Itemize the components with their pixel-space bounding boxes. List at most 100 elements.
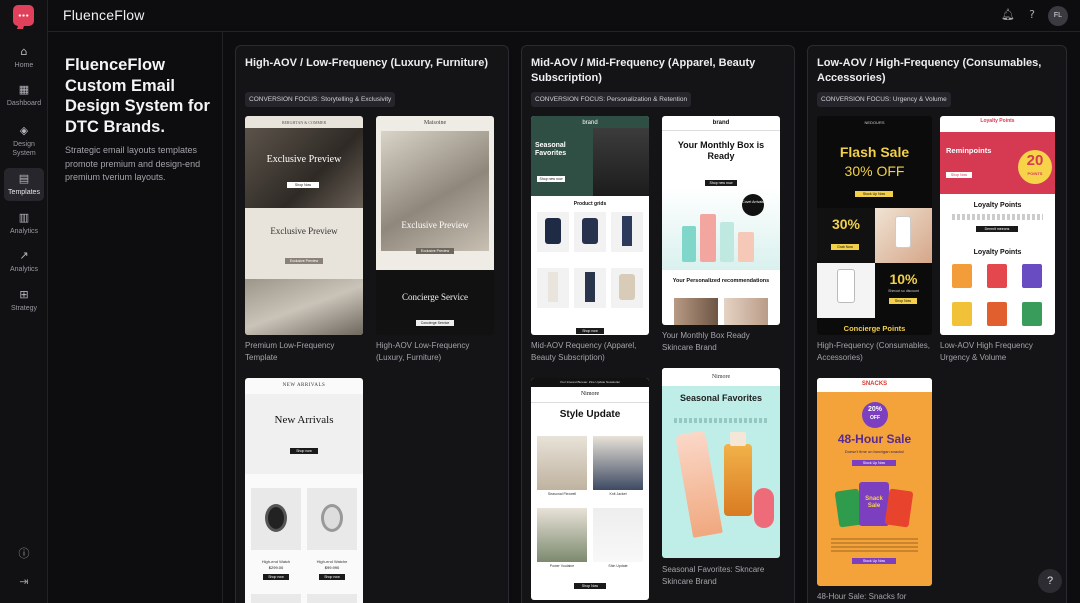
layers-icon: ◈ — [19, 124, 29, 137]
product-button: Shop now — [263, 574, 289, 580]
email-headline: Seasonal Favorites — [679, 393, 763, 403]
email-brand: brand — [712, 120, 730, 126]
email-cta-2: Concierge Service — [416, 320, 454, 326]
product-image — [817, 263, 875, 318]
email-headline: Exclusive Preview — [266, 154, 342, 165]
email-cta-3: Shop Now — [889, 298, 917, 304]
app-title: FluenceFlow — [63, 7, 145, 23]
email-brand: Nimore — [580, 391, 600, 397]
page-title: FluenceFlow Custom Email Design System f… — [65, 56, 210, 136]
product-name: High-end Watche — [316, 559, 348, 564]
sidebar-item-label: Strategy — [10, 305, 38, 312]
sidebar-item-label: Analytics — [9, 266, 38, 273]
app-logo-icon[interactable] — [13, 5, 34, 26]
product-name: Knit Jacket — [609, 492, 627, 496]
sidebar-item-label: Templates — [8, 189, 40, 196]
page-description: Strategic email layouts templates promot… — [65, 145, 201, 182]
sidebar-item-templates[interactable]: ▤ Templates — [4, 168, 44, 201]
sidebar-item-label: Dashboard — [6, 100, 42, 107]
discount-text: 30% OFF — [844, 163, 905, 179]
product-image — [593, 508, 643, 562]
line-chart-icon: ↗ — [19, 249, 29, 262]
column-title: High-AOV / Low-Frequency (Luxury, Furnit… — [245, 57, 489, 69]
points-value: 20 — [1026, 152, 1044, 169]
email-cta-2: Exclusive Preview — [285, 258, 323, 264]
column-low-aov: Low-AOV / High-Frequency (Consumables, A… — [807, 45, 1067, 603]
sidebar-item-label: Home — [14, 62, 34, 69]
email-headline: Style Update — [559, 409, 621, 420]
email-cta-2: Shop now — [576, 328, 604, 334]
section-title-2: Loyalty Points — [973, 249, 1022, 256]
card-caption: Your Monthly Box Ready Skincare Brand — [662, 331, 750, 352]
bar-chart-icon: ▥ — [18, 211, 30, 224]
product-image — [537, 436, 587, 490]
sidebar-item-strategy[interactable]: ⊞ Strategy — [0, 288, 48, 313]
email-subtitle: Doesn't time on bwcrigan snacks! — [844, 449, 905, 454]
product-image — [537, 508, 587, 562]
sidebar-item-dashboard[interactable]: ▦ Dashboard — [0, 83, 48, 108]
section-title: Your Personalized recommendations — [672, 278, 770, 284]
home-icon: ⌂ — [20, 45, 28, 58]
help-circle-icon[interactable]: ⓘ — [0, 545, 48, 561]
sidebar-item-design-system[interactable]: ◈ Design System — [0, 124, 48, 158]
email-headline: Your Monthly Box is Ready — [677, 140, 765, 161]
conversion-focus-badge: CONVERSION FOCUS: Urgency & Volume — [817, 92, 951, 107]
product-image — [245, 279, 363, 335]
product-image — [251, 488, 301, 550]
product-price: $299.00 — [268, 565, 284, 570]
badge-off: OFF — [870, 415, 880, 421]
email-template-card[interactable]: Loyalty Points Reminpoints 20 POINTS Sho… — [940, 116, 1055, 335]
email-cta: Shop Now — [574, 583, 606, 589]
column-title: Low-AOV / High-Frequency (Consumables, A… — [817, 57, 1042, 84]
email-template-card[interactable]: NEW ARRIVALS New Arrivals Shop now High-… — [245, 378, 363, 603]
email-template-card[interactable]: Maisoine Exclusive Preview Exclusive Pre… — [376, 116, 494, 335]
folder-icon: ▤ — [18, 172, 30, 185]
product-image — [593, 436, 643, 490]
email-brand: Nimore — [711, 374, 731, 380]
sidebar-item-analytics-2[interactable]: ↗ Analytics — [0, 249, 48, 274]
help-fab-button[interactable]: ? — [1038, 569, 1062, 593]
discount-sub: Shmoot so discount — [888, 289, 919, 293]
model-image — [593, 128, 649, 196]
email-template-card[interactable]: brand Your Monthly Box is Ready Shop new… — [662, 116, 780, 325]
email-cta: Shop new now — [537, 176, 565, 182]
product-price: $99.990 — [324, 565, 340, 570]
email-brand: Maisoine — [423, 120, 447, 126]
bell-icon[interactable]: 🔔︎ — [1001, 8, 1015, 22]
card-caption: High-AOV Low-Frequency (Luxury, Furnitur… — [376, 341, 470, 362]
email-template-card[interactable]: brand Seasonal Favorites Shop new now Pr… — [531, 116, 649, 335]
email-template-card[interactable]: Nimore Seasonal Favorites — [662, 368, 780, 558]
strategy-icon: ⊞ — [19, 288, 29, 301]
hero-image — [381, 131, 489, 251]
email-template-card[interactable]: NEDOURS Flash Sale 30% OFF Stock Up Now … — [817, 116, 932, 335]
sidebar-item-label: Design System — [12, 141, 36, 157]
email-headline: Reminpoints — [946, 146, 992, 155]
help-icon[interactable]: ? — [1025, 8, 1039, 22]
logout-icon[interactable]: ⇥ — [0, 575, 48, 588]
grid-icon: ▦ — [18, 83, 30, 96]
sidebar-item-home[interactable]: ⌂ Home — [0, 45, 48, 70]
email-cta: Stock Up Now — [852, 460, 896, 466]
sidebar-item-label: Analytics — [9, 228, 38, 235]
card-caption: Seasonal Favorites: Skncare Skincare Bra… — [662, 565, 765, 586]
email-template-card[interactable]: BERGHTAN & COMMER Exclusive Preview Shop… — [245, 116, 363, 335]
email-brand: NEW ARRIVALS — [282, 383, 326, 388]
product-button: Shop now — [319, 574, 345, 580]
email-brand: BERGHTAN & COMMER — [281, 120, 327, 125]
sticker-badge: Covet Arrivals — [742, 200, 764, 204]
column-title: Mid-AOV / Mid-Frequency (Apparel, Beauty… — [531, 57, 756, 84]
section-title: Product grids — [573, 201, 607, 207]
email-template-card[interactable]: Your Interest Bureau: Zine Update Newsle… — [531, 378, 649, 600]
email-headline-2: Concierge Service — [401, 292, 469, 302]
email-headline: Flash Sale — [839, 144, 910, 160]
intro-panel: FluenceFlow Custom Email Design System f… — [48, 32, 223, 603]
product-image — [675, 430, 723, 538]
email-cta: Shop new now — [705, 180, 737, 186]
email-template-card[interactable]: SNACKS 20% OFF 48-Hour Sale Doesn't time… — [817, 378, 932, 586]
column-high-aov: High-AOV / Low-Frequency (Luxury, Furnit… — [235, 45, 509, 603]
avatar[interactable]: FL — [1048, 6, 1068, 26]
email-brand: SNACKS — [861, 381, 888, 387]
conversion-focus-badge: CONVERSION FOCUS: Personalization & Rete… — [531, 92, 692, 107]
sidebar-item-analytics[interactable]: ▥ Analytics — [0, 211, 48, 236]
card-caption: Mid-AOV Requency (Apparel, Beauty Subscr… — [531, 341, 637, 362]
